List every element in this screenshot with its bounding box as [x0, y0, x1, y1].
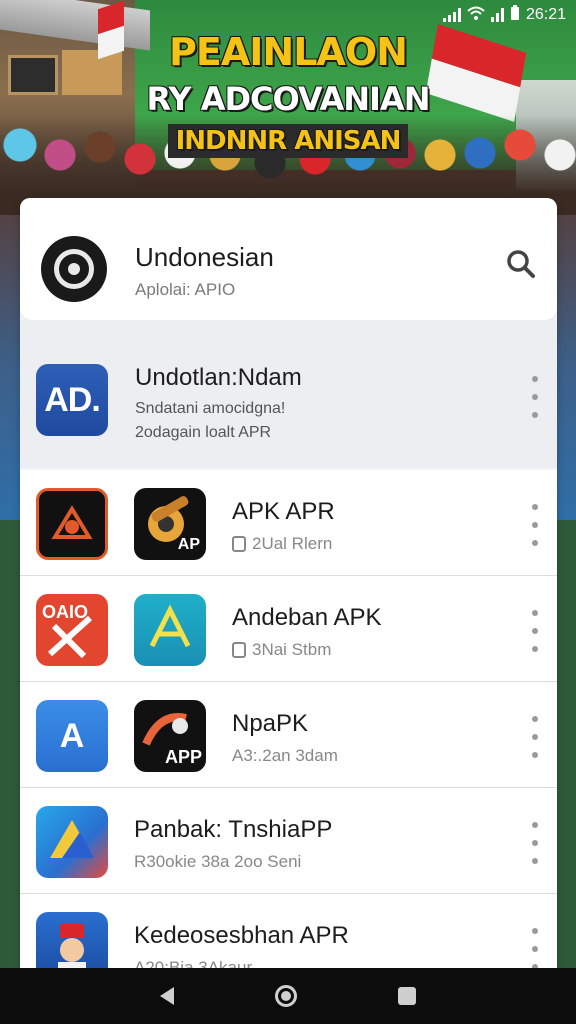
app-title: Andeban APK [232, 604, 382, 631]
status-time: 26:21 [525, 6, 566, 23]
list-item[interactable]: OAIO Andeban APK 3Nai Stbm [20, 576, 557, 682]
app-icon: OAIO [36, 594, 108, 666]
featured-app-desc-2: 2odagain loalt APR [135, 424, 272, 441]
app-icon-app: APP [134, 700, 206, 772]
app-subtitle: Aplolai: APIO [135, 280, 236, 299]
featured-app[interactable]: AD. Undotlan:Ndam Sndatani amocidgna! 2o… [20, 320, 557, 468]
app-title: Undonesian [135, 242, 274, 272]
recent-apps-icon[interactable] [397, 987, 416, 1005]
app-icon [36, 806, 108, 878]
download-icon [232, 536, 246, 552]
app-list-card: Undonesian Aplolai: APIO AD. Undotlan:Nd… [20, 198, 557, 1024]
app-meta: R30okie 38a 2oo Seni [134, 852, 302, 871]
list-item[interactable]: A APP NpaPK A3:.2an 3dam [20, 682, 557, 788]
more-options-icon[interactable] [531, 716, 539, 758]
app-meta: 3Nai Stbm [232, 640, 331, 660]
app-icon-ap [134, 594, 206, 666]
app-meta: 2Ual Rlern [232, 534, 332, 554]
banner-headline-3-text: INDNNR ANISAN [167, 124, 409, 158]
signal-icon [442, 8, 461, 22]
status-bar: 26:21 [442, 4, 566, 26]
app-icon: A [36, 700, 108, 772]
featured-app-icon: AD. [36, 364, 108, 436]
app-title: Kedeosesbhan APR [134, 922, 349, 949]
app-title: APK APR [232, 498, 335, 525]
app-list: AP APK APR 2Ual Rlern OAIO Andeban APK 3… [20, 470, 557, 1000]
app-icon [36, 488, 108, 560]
app-icon-label: AP [177, 536, 200, 553]
home-icon[interactable] [274, 985, 297, 1007]
more-options-icon[interactable] [531, 928, 539, 970]
wifi-icon [467, 6, 485, 25]
app-logo-icon [41, 236, 107, 302]
banner-headline-3: INDNNR ANISAN [0, 124, 576, 158]
featured-app-desc: Sndatani amocidgna! [135, 400, 286, 417]
download-icon [232, 642, 246, 658]
more-options-icon[interactable] [531, 376, 539, 418]
app-title: Panbak: TnshiaPP [134, 816, 333, 843]
app-header: Undonesian Aplolai: APIO [20, 198, 557, 320]
back-icon[interactable] [160, 987, 175, 1005]
search-icon[interactable] [505, 248, 537, 280]
signal-icon-2 [490, 8, 504, 22]
more-options-icon[interactable] [531, 822, 539, 864]
app-meta-text: 2Ual Rlern [252, 534, 333, 553]
battery-icon [510, 4, 520, 26]
app-icon-ap: AP [134, 488, 206, 560]
app-meta: A3:.2an 3dam [232, 746, 338, 765]
list-item[interactable]: Panbak: TnshiaPP R30okie 38a 2oo Seni [20, 788, 557, 894]
navigation-bar [0, 968, 576, 1024]
featured-app-title: Undotlan:Ndam [135, 364, 302, 391]
app-meta-text: 3Nai Stbm [252, 640, 332, 659]
banner-headline-1: PEAINLAON [169, 30, 408, 74]
app-icon-label: APP [164, 747, 202, 767]
banner-headline-2: RY ADCOVANIAN [146, 80, 431, 118]
app-title: NpaPK [232, 710, 309, 737]
more-options-icon[interactable] [531, 504, 539, 546]
list-item[interactable]: AP APK APR 2Ual Rlern [20, 470, 557, 576]
more-options-icon[interactable] [531, 610, 539, 652]
